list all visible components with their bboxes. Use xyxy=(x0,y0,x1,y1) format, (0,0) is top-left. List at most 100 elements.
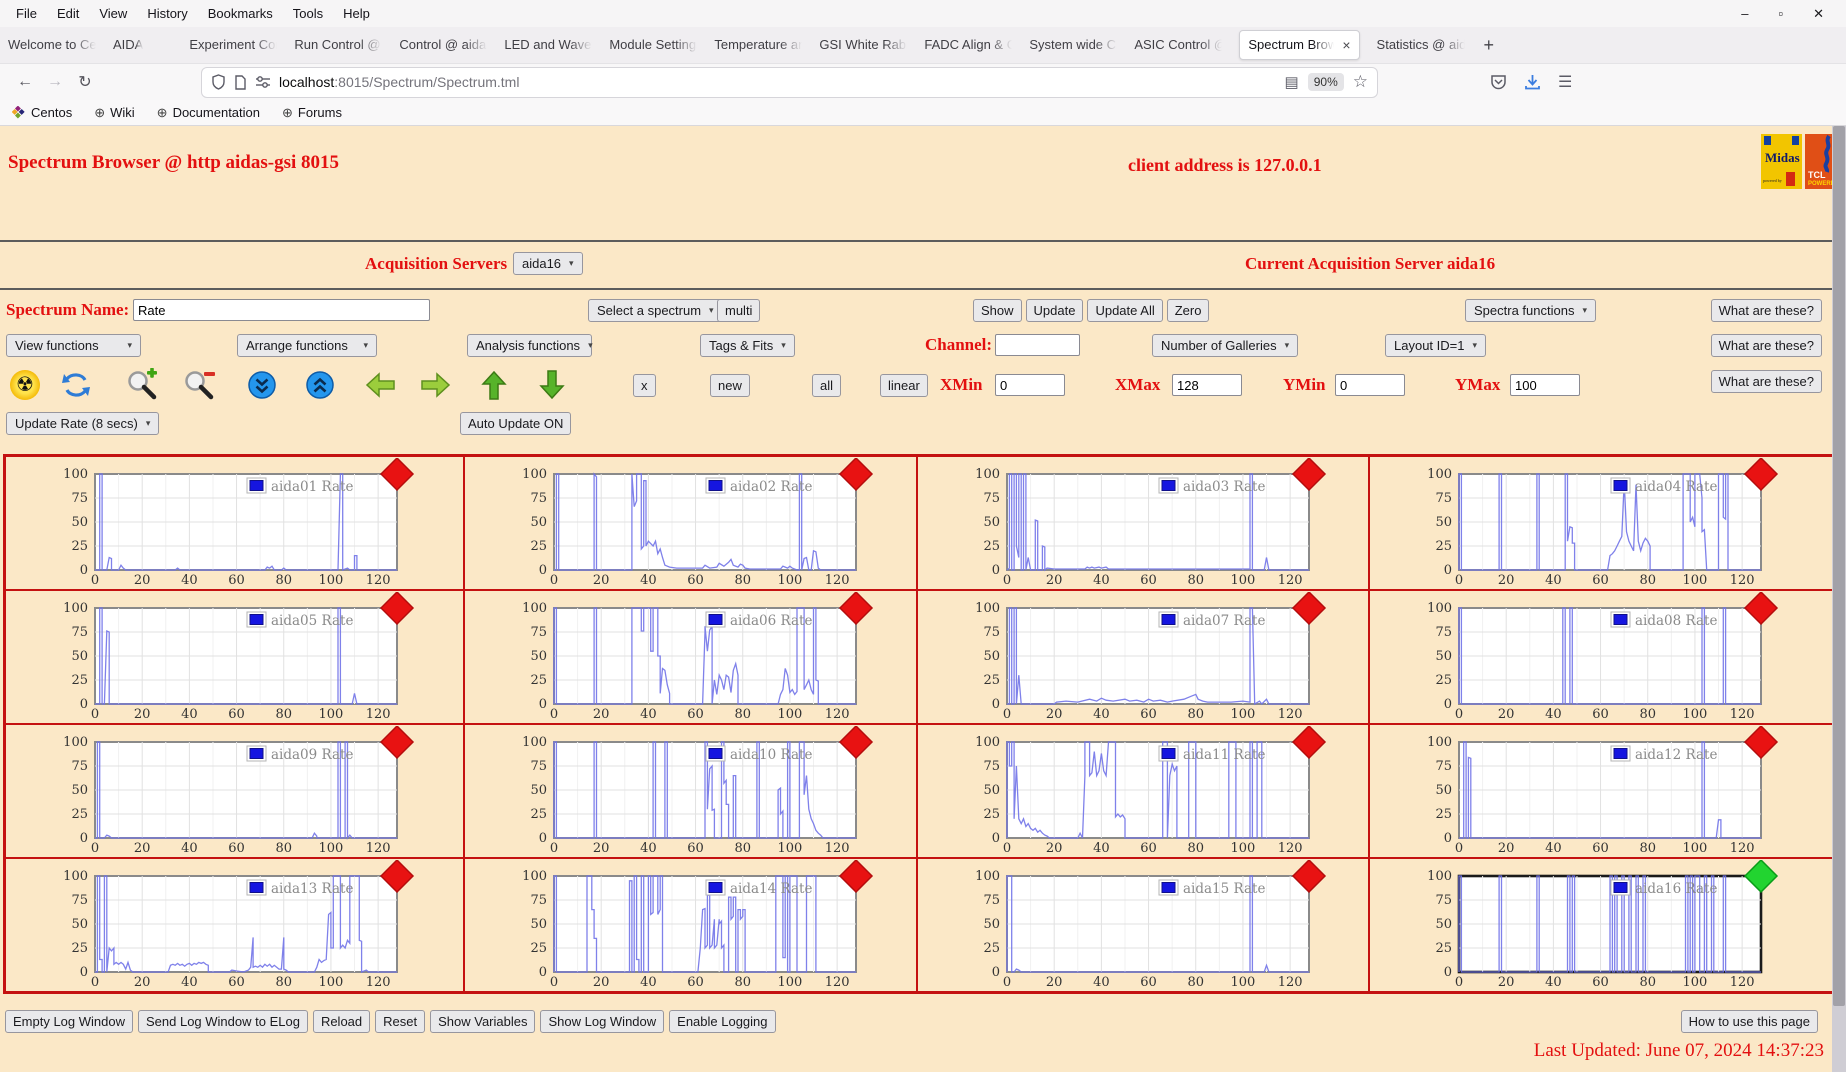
update-button[interactable]: Update xyxy=(1025,299,1084,322)
new-tab-icon[interactable]: + xyxy=(1484,35,1495,56)
hamburger-menu-icon[interactable]: ☰ xyxy=(1558,72,1572,92)
gallery-cell-aida06[interactable]: 0 20 40 60 80 100 120 0 25 50 75 100 aida06 Rate xyxy=(464,590,917,724)
close-icon[interactable]: ✕ xyxy=(1813,6,1824,22)
show-log-window-button[interactable]: Show Log Window xyxy=(540,1010,665,1033)
tab-system-wide-che[interactable]: System wide Che xyxy=(1029,30,1117,60)
refresh-icon[interactable] xyxy=(60,370,92,400)
empty-log-window-button[interactable]: Empty Log Window xyxy=(5,1010,133,1033)
minimize-icon[interactable]: – xyxy=(1741,6,1748,22)
tab-gsi-white-rabbi[interactable]: GSI White Rabbi xyxy=(819,30,907,60)
new-button[interactable]: new xyxy=(710,374,750,397)
number-of-galleries-dropdown[interactable]: Number of Galleries ▾ xyxy=(1152,334,1299,357)
select-spectrum-dropdown[interactable]: Select a spectrum ▾ xyxy=(588,299,723,322)
gallery-cell-aida09[interactable]: 0 20 40 60 80 100 120 0 25 50 75 100 aida09 Rate xyxy=(5,724,464,858)
spectrum-name-input[interactable] xyxy=(133,299,430,321)
site-permissions-icon[interactable] xyxy=(255,75,271,89)
zero-button[interactable]: Zero xyxy=(1166,299,1210,322)
maximize-icon[interactable]: ▫ xyxy=(1778,6,1783,22)
multi-button[interactable]: multi xyxy=(717,299,761,322)
forward-icon[interactable]: → xyxy=(40,73,70,91)
bookmark-wiki[interactable]: ⊕ Wiki xyxy=(94,105,134,121)
channel-input[interactable] xyxy=(995,334,1080,356)
gallery-cell-aida11[interactable]: 0 20 40 60 80 100 120 0 25 50 75 100 aida11 Rate xyxy=(917,724,1369,858)
zoom-level-button[interactable]: 90% xyxy=(1307,73,1344,91)
tab-welcome-to-cen[interactable]: Welcome to Cen xyxy=(8,30,96,60)
url-text[interactable]: localhost:8015/Spectrum/Spectrum.tml xyxy=(279,74,519,90)
tab-module-settings[interactable]: Module Settings xyxy=(609,30,697,60)
gallery-cell-aida10[interactable]: 0 20 40 60 80 100 120 0 25 50 75 100 aida10 Rate xyxy=(464,724,917,858)
gallery-cell-aida07[interactable]: 0 20 40 60 80 100 120 0 25 50 75 100 aida07 Rate xyxy=(917,590,1369,724)
what-are-these-button-2[interactable]: What are these? xyxy=(1710,334,1822,357)
tab-control-aidas[interactable]: Control @ aidas xyxy=(399,30,487,60)
zoom-in-icon[interactable] xyxy=(125,368,159,402)
gallery-cell-aida08[interactable]: 0 20 40 60 80 100 120 0 25 50 75 100 aida08 Rate xyxy=(1369,590,1835,724)
shield-icon[interactable] xyxy=(211,74,226,90)
xmin-input[interactable] xyxy=(995,374,1065,396)
what-are-these-button-1[interactable]: What are these? xyxy=(1710,299,1822,322)
tab-spectrum-brow[interactable]: Spectrum Brow × xyxy=(1239,30,1360,60)
bookmark-star-icon[interactable]: ☆ xyxy=(1353,72,1368,92)
gallery-cell-aida16[interactable]: 0 20 40 60 80 100 120 0 25 50 75 100 aida16 Rate xyxy=(1369,858,1835,992)
gallery-cell-aida14[interactable]: 0 20 40 60 80 100 120 0 25 50 75 100 aida14 Rate xyxy=(464,858,917,992)
auto-update-button[interactable]: Auto Update ON xyxy=(460,412,572,435)
view-functions-dropdown[interactable]: View functions ▾ xyxy=(6,334,141,357)
reload-button[interactable]: Reload xyxy=(312,1010,371,1033)
menu-edit[interactable]: Edit xyxy=(47,6,89,21)
arrange-functions-dropdown[interactable]: Arrange functions ▾ xyxy=(237,334,377,357)
gallery-cell-aida15[interactable]: 0 20 40 60 80 100 120 0 25 50 75 100 aida15 Rate xyxy=(917,858,1369,992)
pocket-icon[interactable] xyxy=(1490,74,1507,91)
scroll-up-icon[interactable] xyxy=(305,370,335,400)
enable-logging-button[interactable]: Enable Logging xyxy=(669,1010,776,1033)
zoom-out-icon[interactable] xyxy=(182,368,216,402)
scrollbar[interactable] xyxy=(1832,126,1846,1072)
send-log-window-to-elog-button[interactable]: Send Log Window to ELog xyxy=(138,1010,308,1033)
arrow-right-icon[interactable] xyxy=(419,370,453,400)
gallery-cell-aida13[interactable]: 0 20 40 60 80 100 120 0 25 50 75 100 aida13 Rate xyxy=(5,858,464,992)
show-button[interactable]: Show xyxy=(973,299,1022,322)
arrow-up-icon[interactable] xyxy=(479,368,509,402)
radiation-zero-icon[interactable]: ☢ xyxy=(10,370,40,400)
tab-close-icon[interactable]: × xyxy=(1342,31,1350,59)
acquisition-servers-select[interactable]: aida16 ▾ xyxy=(513,252,583,275)
arrow-down-icon[interactable] xyxy=(537,368,567,402)
gallery-cell-aida02[interactable]: 0 20 40 60 80 100 120 0 25 50 75 100 aida02 Rate xyxy=(464,456,917,590)
url-bar[interactable]: localhost:8015/Spectrum/Spectrum.tml ▤ 9… xyxy=(202,67,1377,97)
linear-button[interactable]: linear xyxy=(880,374,928,397)
gallery-cell-aida03[interactable]: 0 20 40 60 80 100 120 0 25 50 75 100 aida03 Rate xyxy=(917,456,1369,590)
ymin-input[interactable] xyxy=(1335,374,1405,396)
tab-asic-control-[interactable]: ASIC Control @ xyxy=(1134,30,1222,60)
xmax-input[interactable] xyxy=(1172,374,1242,396)
bookmark-centos[interactable]: Centos xyxy=(12,105,72,120)
tab-statistics-aida[interactable]: Statistics @ aida xyxy=(1377,30,1465,60)
tab-led-and-wavefo[interactable]: LED and Wavefo xyxy=(504,30,592,60)
menu-tools[interactable]: Tools xyxy=(283,6,333,21)
scroll-down-icon[interactable] xyxy=(247,370,277,400)
tags-fits-dropdown[interactable]: Tags & Fits ▾ xyxy=(700,334,795,357)
how-to-use-button[interactable]: How to use this page xyxy=(1680,1010,1818,1033)
reload-icon[interactable]: ↻ xyxy=(70,72,100,92)
reader-view-icon[interactable]: ▤ xyxy=(1285,73,1299,91)
download-icon[interactable] xyxy=(1524,74,1541,91)
menu-file[interactable]: File xyxy=(6,6,47,21)
menu-view[interactable]: View xyxy=(89,6,137,21)
menu-help[interactable]: Help xyxy=(333,6,380,21)
gallery-cell-aida01[interactable]: 0 20 40 60 80 100 120 0 25 50 75 100 aida01 Rate xyxy=(5,456,464,590)
ymax-input[interactable] xyxy=(1510,374,1580,396)
scrollbar-thumb[interactable] xyxy=(1833,126,1845,1006)
spectra-functions-dropdown[interactable]: Spectra functions ▾ xyxy=(1465,299,1596,322)
gallery-cell-aida04[interactable]: 0 20 40 60 80 100 120 0 25 50 75 100 aida04 Rate xyxy=(1369,456,1835,590)
x-axis-button[interactable]: x xyxy=(633,374,656,397)
all-button[interactable]: all xyxy=(812,374,842,397)
tab-fadc-align-co[interactable]: FADC Align & Co xyxy=(924,30,1012,60)
back-icon[interactable]: ← xyxy=(10,73,40,91)
gallery-cell-aida12[interactable]: 0 20 40 60 80 100 120 0 25 50 75 100 aida12 Rate xyxy=(1369,724,1835,858)
arrow-left-icon[interactable] xyxy=(363,370,397,400)
update-rate-dropdown[interactable]: Update Rate (8 secs) ▾ xyxy=(6,412,160,435)
bookmark-forums[interactable]: ⊕ Forums xyxy=(282,105,342,121)
what-are-these-button-3[interactable]: What are these? xyxy=(1710,370,1822,393)
tab-temperature-anc[interactable]: Temperature anc xyxy=(714,30,802,60)
reset-button[interactable]: Reset xyxy=(375,1010,426,1033)
page-icon[interactable] xyxy=(234,74,247,90)
analysis-functions-dropdown[interactable]: Analysis functions ▾ xyxy=(467,334,593,357)
gallery-cell-aida05[interactable]: 0 20 40 60 80 100 120 0 25 50 75 100 aida05 Rate xyxy=(5,590,464,724)
